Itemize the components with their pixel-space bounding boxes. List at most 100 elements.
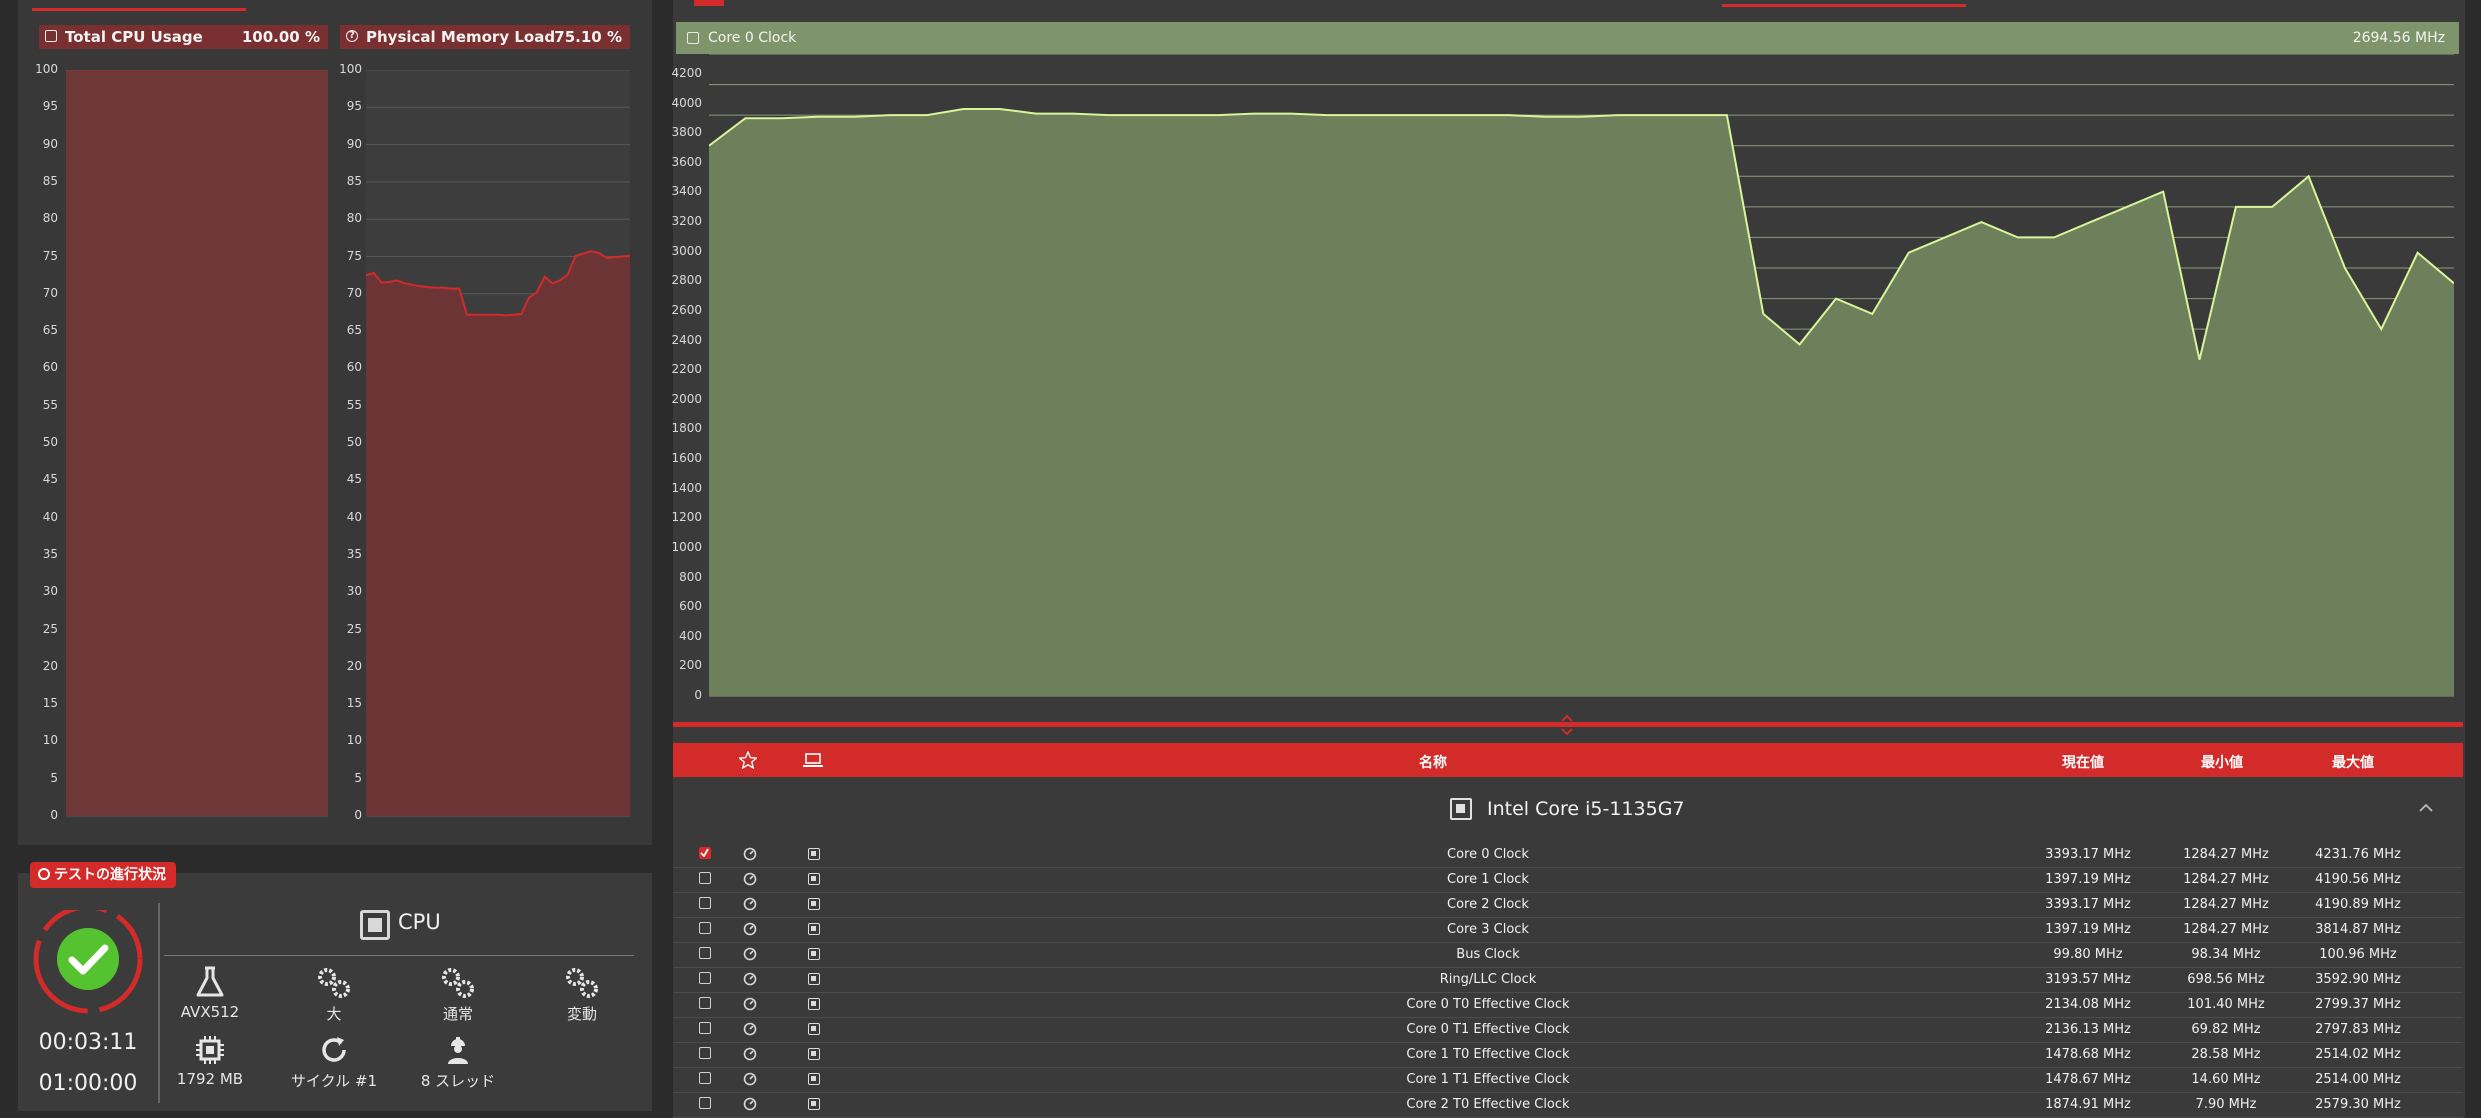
laptop-icon[interactable] bbox=[803, 752, 823, 768]
sensor-name: Core 0 T1 Effective Clock bbox=[1406, 1022, 1570, 1037]
gauge-icon[interactable] bbox=[743, 922, 757, 936]
gauge-icon[interactable] bbox=[743, 997, 757, 1011]
clock-y-tick: 1600 bbox=[671, 451, 702, 466]
gauge-icon[interactable] bbox=[743, 1047, 757, 1061]
row-checkbox[interactable] bbox=[699, 947, 711, 959]
mode-variable: 変動 bbox=[527, 965, 637, 1024]
sensor-current: 3193.57 MHz bbox=[2045, 972, 2131, 987]
chip-icon[interactable] bbox=[808, 923, 820, 935]
gauge-icon[interactable] bbox=[743, 847, 757, 861]
sensor-max: 2799.37 MHz bbox=[2315, 997, 2401, 1012]
mem-y-tick: 40 bbox=[346, 509, 362, 524]
memory-load-area bbox=[366, 251, 630, 817]
table-row[interactable]: Core 1 T0 Effective Clock 1478.68 MHz 28.5… bbox=[673, 1042, 2463, 1068]
mode-variable-label: 変動 bbox=[566, 1005, 597, 1023]
mem-y-tick: 55 bbox=[346, 397, 362, 412]
gauge-icon[interactable] bbox=[743, 972, 757, 986]
memory-load-y-axis: 100 95 90 85 80 75 70 65 60 55 50 45 40 35 30 25 20 15 10 5… bbox=[328, 0, 364, 830]
table-row[interactable]: Core 0 T1 Effective Clock 2136.13 MHz 69.8… bbox=[673, 1017, 2463, 1043]
cpu-y-tick: 5 bbox=[50, 770, 58, 785]
clock-y-tick: 3600 bbox=[671, 154, 702, 169]
table-row[interactable]: Core 0 T0 Effective Clock 2134.08 MHz 101.… bbox=[673, 992, 2463, 1018]
sensor-name: Core 2 T0 Effective Clock bbox=[1406, 1097, 1570, 1112]
chip-icon[interactable] bbox=[808, 1073, 820, 1085]
clock-y-tick: 2800 bbox=[671, 273, 702, 288]
column-current[interactable]: 現在値 bbox=[2062, 752, 2104, 772]
mem-y-tick: 70 bbox=[346, 285, 362, 300]
collapse-chevron-icon[interactable] bbox=[2418, 802, 2434, 814]
table-row[interactable]: Core 1 T1 Effective Clock 1478.67 MHz 14.6… bbox=[673, 1067, 2463, 1093]
row-checkbox[interactable] bbox=[699, 1047, 711, 1059]
row-checkbox[interactable] bbox=[699, 847, 711, 859]
row-checkbox[interactable] bbox=[699, 972, 711, 984]
cpu-y-tick: 70 bbox=[42, 285, 58, 300]
sensor-name: Core 0 T0 Effective Clock bbox=[1406, 997, 1570, 1012]
cycle-count-label: サイクル #1 bbox=[290, 1072, 378, 1090]
splitter-handle-icon[interactable] bbox=[1557, 714, 1577, 738]
mem-y-tick: 15 bbox=[346, 696, 362, 711]
sensor-min: 7.90 MHz bbox=[2195, 1097, 2257, 1112]
clock-y-tick: 1000 bbox=[671, 539, 702, 554]
cpu-y-tick: 30 bbox=[42, 584, 58, 599]
sensor-min: 1284.27 MHz bbox=[2183, 897, 2269, 912]
row-checkbox[interactable] bbox=[699, 1072, 711, 1084]
sensor-current: 3393.17 MHz bbox=[2045, 847, 2131, 862]
device-group-row[interactable]: Intel Core i5-1135G7 bbox=[673, 790, 2463, 830]
gears-icon bbox=[442, 968, 474, 998]
chip-icon[interactable] bbox=[808, 998, 820, 1010]
gauge-icon[interactable] bbox=[743, 1097, 757, 1111]
chip-icon[interactable] bbox=[808, 1098, 820, 1110]
mem-y-tick: 75 bbox=[346, 248, 362, 263]
row-checkbox[interactable] bbox=[699, 872, 711, 884]
clock-y-tick: 4000 bbox=[671, 95, 702, 110]
chip-icon[interactable] bbox=[808, 1023, 820, 1035]
chip-icon[interactable] bbox=[808, 873, 820, 885]
column-max[interactable]: 最大値 bbox=[2332, 752, 2374, 772]
mem-y-tick: 25 bbox=[346, 621, 362, 636]
table-row[interactable]: Core 3 Clock 1397.19 MHz 1284.27 MHz 3814.8… bbox=[673, 917, 2463, 943]
gauge-icon[interactable] bbox=[743, 1072, 757, 1086]
sensor-name: Ring/LLC Clock bbox=[1439, 972, 1537, 987]
sensor-max: 100.96 MHz bbox=[2319, 947, 2397, 962]
clock-y-tick: 1200 bbox=[671, 510, 702, 525]
progress-separator bbox=[164, 955, 634, 956]
chip-icon[interactable] bbox=[808, 948, 820, 960]
mode-large-label: 大 bbox=[326, 1005, 342, 1023]
timer-icon bbox=[38, 868, 50, 880]
row-checkbox[interactable] bbox=[699, 1097, 711, 1109]
table-row[interactable]: Core 2 Clock 3393.17 MHz 1284.27 MHz 4190.8… bbox=[673, 892, 2463, 918]
cpu-y-tick: 100 bbox=[35, 62, 58, 76]
table-row[interactable]: Bus Clock 99.80 MHz 98.34 MHz 100.96 MHz bbox=[673, 942, 2463, 968]
sensor-max: 4190.89 MHz bbox=[2315, 897, 2401, 912]
table-row[interactable]: Core 1 Clock 1397.19 MHz 1284.27 MHz 4190.5… bbox=[673, 867, 2463, 893]
row-checkbox[interactable] bbox=[699, 997, 711, 1009]
favorite-star-icon[interactable] bbox=[739, 751, 757, 769]
cpu-usage-area bbox=[66, 70, 328, 816]
chip-icon[interactable] bbox=[808, 1048, 820, 1060]
chip-icon[interactable] bbox=[808, 973, 820, 985]
device-group-title: Intel Core i5-1135G7 bbox=[1487, 798, 1685, 820]
gauge-icon[interactable] bbox=[743, 947, 757, 961]
row-checkbox[interactable] bbox=[699, 1022, 711, 1034]
table-row[interactable]: Ring/LLC Clock 3193.57 MHz 698.56 MHz 3592.… bbox=[673, 967, 2463, 993]
worker-icon bbox=[448, 1037, 468, 1064]
sensor-min: 98.34 MHz bbox=[2191, 947, 2261, 962]
table-row[interactable]: Core 2 T0 Effective Clock 1874.91 MHz 7.90… bbox=[673, 1092, 2463, 1118]
column-min[interactable]: 最小値 bbox=[2201, 752, 2243, 772]
mem-y-tick: 20 bbox=[346, 658, 362, 673]
chip-icon[interactable] bbox=[808, 898, 820, 910]
gauge-icon[interactable] bbox=[743, 897, 757, 911]
core-clock-header: Core 0 Clock 2694.56 MHz bbox=[676, 22, 2459, 54]
row-checkbox[interactable] bbox=[699, 922, 711, 934]
row-checkbox[interactable] bbox=[699, 897, 711, 909]
sensor-current: 99.80 MHz bbox=[2053, 947, 2123, 962]
gauge-icon[interactable] bbox=[743, 872, 757, 886]
column-name[interactable]: 名称 bbox=[1419, 752, 1447, 772]
cpu-y-tick: 45 bbox=[42, 472, 58, 487]
chip-icon[interactable] bbox=[808, 848, 820, 860]
sensor-current: 2134.08 MHz bbox=[2045, 997, 2131, 1012]
cpu-chip-icon bbox=[360, 910, 390, 940]
flask-icon bbox=[196, 966, 224, 997]
gauge-icon[interactable] bbox=[743, 1022, 757, 1036]
table-row[interactable]: Core 0 Clock 3393.17 MHz 1284.27 MHz 4231.7… bbox=[673, 842, 2463, 868]
